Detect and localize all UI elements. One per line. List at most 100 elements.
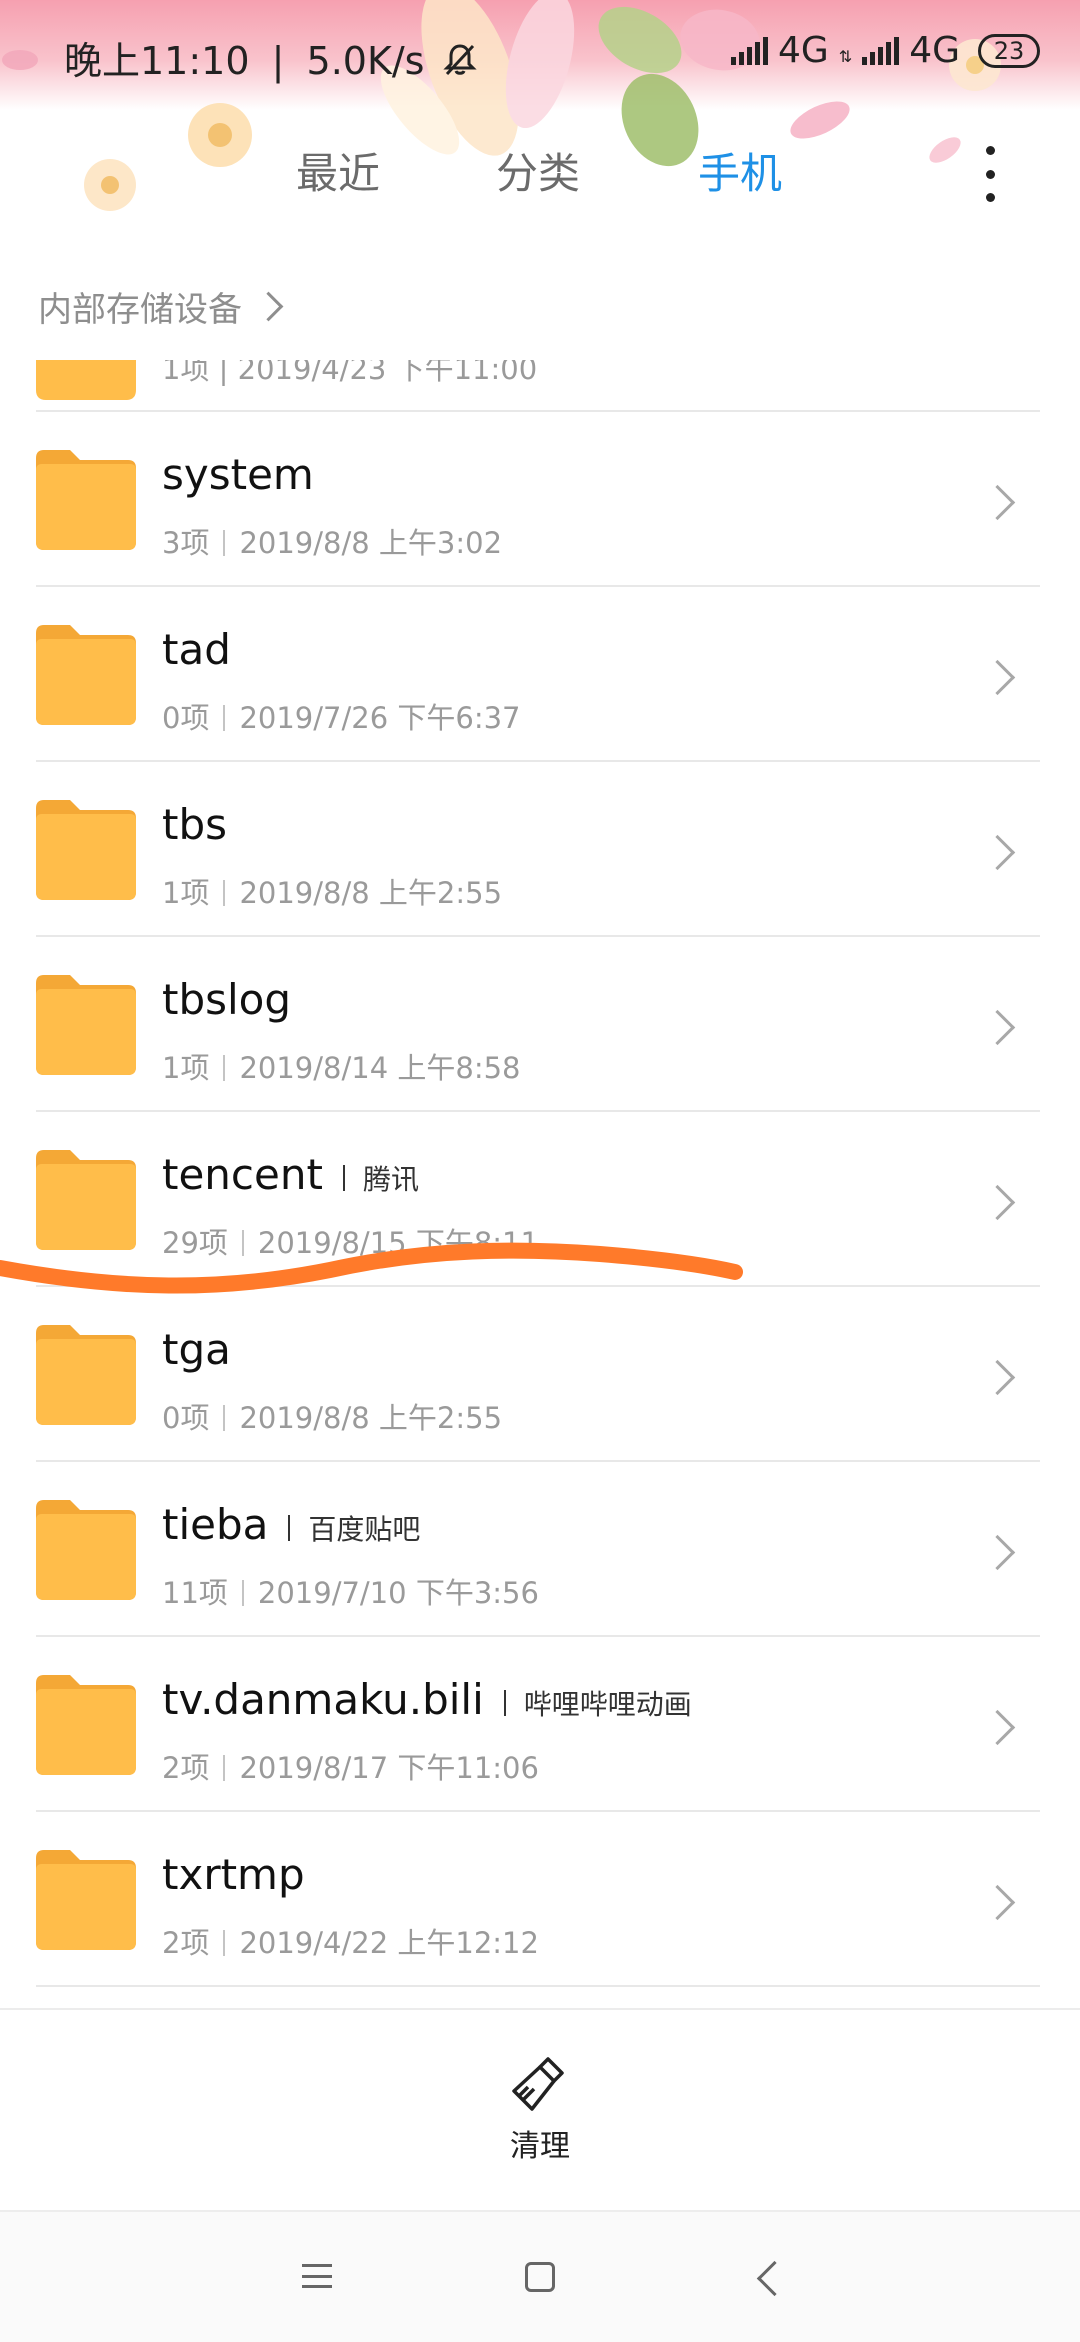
bottom-action-bar: 清理 [0, 2008, 1080, 2210]
status-right: 4G ⇅ 4G 23 [730, 30, 1040, 71]
status-separator: | [271, 39, 285, 83]
more-options-icon[interactable] [975, 146, 1005, 202]
folder-name: tencent 腾讯 [162, 1150, 419, 1199]
folder-meta: 1项 2019/8/8 上午2:55 [162, 870, 502, 912]
folder-name-text: tbslog [162, 975, 292, 1024]
chevron-right-icon [979, 1009, 1016, 1046]
folder-icon [36, 1500, 136, 1600]
folder-meta: 11项 2019/7/10 下午3:56 [162, 1570, 539, 1612]
item-count: 3项 [162, 526, 210, 560]
list-item[interactable]: tencent 腾讯 29项 2019/8/15 下午8:11 [0, 1112, 1080, 1287]
list-item[interactable]: tbs 1项 2019/8/8 上午2:55 [0, 762, 1080, 937]
folder-icon [36, 975, 136, 1075]
modified-date: 2019/7/26 下午6:37 [239, 701, 521, 735]
data-arrows-icon: ⇅ [838, 47, 853, 66]
sim1-network: 4G [777, 30, 829, 71]
folder-name: system [162, 450, 314, 499]
recent-apps-icon[interactable] [302, 2264, 332, 2288]
folder-meta: 0项 2019/7/26 下午6:37 [162, 695, 521, 737]
list-item[interactable]: txrtmp 2项 2019/4/22 上午12:12 [0, 1812, 1080, 1987]
folder-name: tv.danmaku.bili 哔哩哔哩动画 [162, 1675, 692, 1724]
folder-alias: 百度贴吧 [308, 1513, 421, 1546]
item-count: 1项 [162, 876, 210, 910]
folder-name-text: txrtmp [162, 1850, 305, 1899]
folder-name: tbslog [162, 975, 291, 1024]
folder-meta: 0项 2019/8/8 上午2:55 [162, 1395, 502, 1437]
folder-name: tieba 百度贴吧 [162, 1500, 420, 1549]
tab-category[interactable]: 分类 [496, 140, 580, 201]
folder-alias: 哔哩哔哩动画 [523, 1688, 692, 1721]
tab-phone[interactable]: 手机 [698, 140, 782, 201]
folder-name-text: tv.danmaku.bili [162, 1675, 484, 1724]
clean-label: 清理 [510, 2129, 570, 2164]
item-count: 0项 [162, 1401, 210, 1435]
list-item[interactable]: tad 0项 2019/7/26 下午6:37 [0, 587, 1080, 762]
broom-icon [512, 2057, 564, 2111]
chevron-right-icon [979, 1884, 1016, 1921]
chevron-right-icon [979, 1184, 1016, 1221]
modified-date: 2019/7/10 下午3:56 [257, 1576, 539, 1610]
signal-icon [730, 36, 768, 65]
breadcrumb-internal-storage[interactable]: 内部存储设备 [38, 282, 242, 331]
status-left: 晚上11:10 | 5.0K/s [64, 30, 477, 85]
folder-name-text: tieba [162, 1500, 269, 1549]
chevron-right-icon [979, 484, 1016, 521]
folder-icon [36, 1150, 136, 1250]
modified-date: 2019/8/8 上午3:02 [239, 526, 503, 560]
folder-icon [36, 625, 136, 725]
folder-name-text: tad [162, 625, 231, 674]
folder-name: tad [162, 625, 231, 674]
chevron-right-icon [979, 1534, 1016, 1571]
folder-meta: 1项 2019/8/14 上午8:58 [162, 1045, 521, 1087]
tab-bar: 最近 分类 手机 [0, 140, 1080, 220]
sim2-network: 4G [909, 30, 960, 71]
list-item[interactable]: tieba 百度贴吧 11项 2019/7/10 下午3:56 [0, 1462, 1080, 1637]
folder-icon [36, 1850, 136, 1950]
list-item[interactable]: system 3项 2019/8/8 上午3:02 [0, 412, 1080, 587]
home-icon[interactable] [525, 2262, 555, 2292]
modified-date: 2019/8/17 下午11:06 [239, 1751, 539, 1785]
folder-icon [36, 450, 136, 550]
back-icon[interactable] [756, 2260, 793, 2297]
chevron-right-icon [979, 659, 1016, 696]
folder-meta: 2项 2019/8/17 下午11:06 [162, 1745, 539, 1787]
signal-icon-2 [862, 36, 900, 65]
modified-date: 2019/8/15 下午8:11 [257, 1226, 539, 1260]
chevron-right-icon [979, 834, 1016, 871]
list-item[interactable]: tv.danmaku.bili 哔哩哔哩动画 2项 2019/8/17 下午11:0… [0, 1637, 1080, 1812]
status-time: 晚上11:10 [64, 39, 250, 83]
folder-icon [36, 360, 136, 400]
item-count: 2项 [162, 1926, 210, 1960]
modified-date: 2019/4/22 上午12:12 [239, 1926, 539, 1960]
list-item-partial[interactable]: 1项 | 2019/4/23 下午11:00 [0, 360, 1080, 412]
folder-name-text: system [162, 450, 314, 499]
folder-name-text: tencent [162, 1150, 323, 1199]
modified-date: 2019/8/8 上午2:55 [239, 876, 503, 910]
system-nav-bar [0, 2210, 1080, 2342]
chevron-right-icon [979, 1709, 1016, 1746]
chevron-right-icon [253, 291, 284, 322]
clean-button[interactable]: 清理 [490, 2055, 590, 2165]
item-count: 2项 [162, 1751, 210, 1785]
folder-icon [36, 1325, 136, 1425]
folder-icon [36, 800, 136, 900]
header: 晚上11:10 | 5.0K/s 4G ⇅ 4G 23 最近 分类 手机 [0, 0, 1080, 250]
item-count: 0项 [162, 701, 210, 735]
modified-date: 2019/8/8 上午2:55 [239, 1401, 503, 1435]
folder-name: txrtmp [162, 1850, 305, 1899]
status-bar: 晚上11:10 | 5.0K/s 4G ⇅ 4G 23 [0, 0, 1080, 104]
item-count: 11项 [162, 1576, 228, 1610]
list-item[interactable]: tga 0项 2019/8/8 上午2:55 [0, 1287, 1080, 1462]
bell-muted-icon [442, 44, 477, 76]
modified-date: 2019/8/14 上午8:58 [239, 1051, 521, 1085]
folder-meta: 29项 2019/8/15 下午8:11 [162, 1220, 539, 1262]
folder-name: tga [162, 1325, 231, 1374]
tab-recent[interactable]: 最近 [296, 140, 380, 201]
folder-list[interactable]: 1项 | 2019/4/23 下午11:00 system 3项 2019/8/8… [0, 360, 1080, 2008]
folder-meta: 3项 2019/8/8 上午3:02 [162, 520, 502, 562]
folder-name-text: tbs [162, 800, 228, 849]
battery-icon: 23 [978, 33, 1040, 68]
breadcrumb[interactable]: 内部存储设备 [38, 282, 284, 331]
folder-name: tbs [162, 800, 227, 849]
list-item[interactable]: tbslog 1项 2019/8/14 上午8:58 [0, 937, 1080, 1112]
